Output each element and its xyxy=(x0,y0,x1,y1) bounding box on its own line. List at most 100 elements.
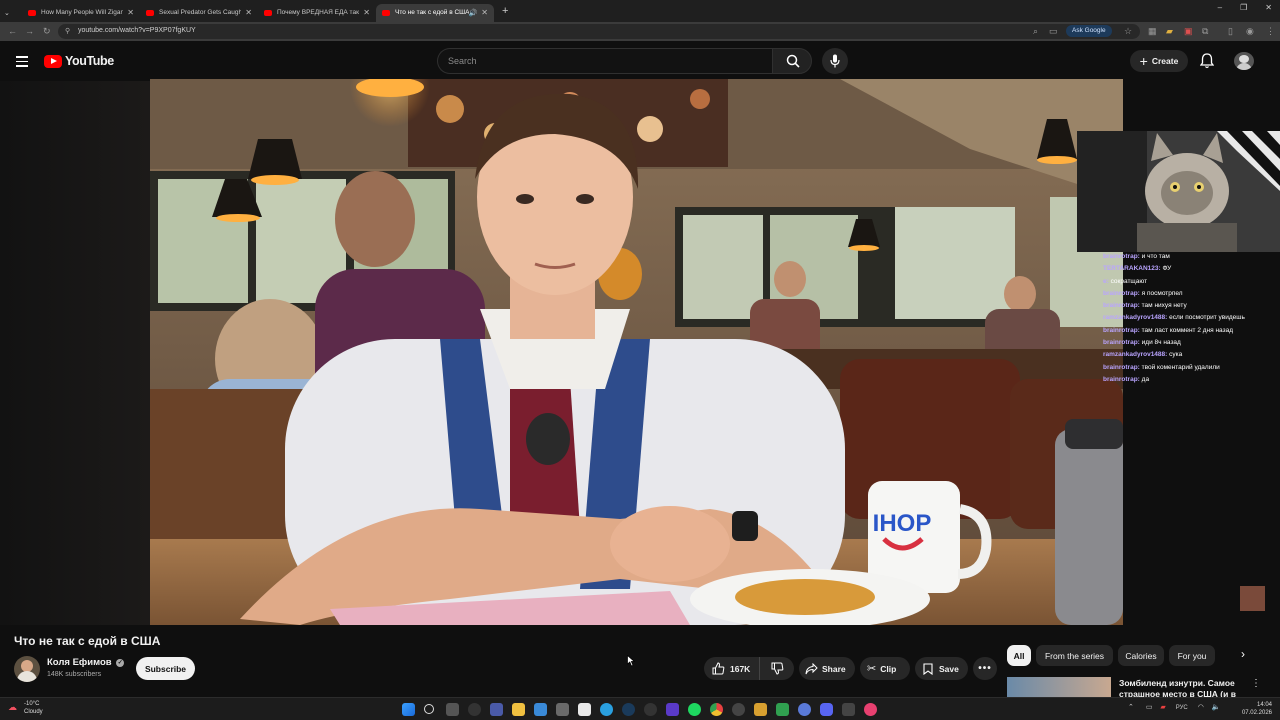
chips-next-button[interactable]: › xyxy=(1234,647,1252,665)
channel-name[interactable]: Коля Ефимов ✓ xyxy=(47,657,125,668)
browser-tab-active[interactable]: Что не так с едой в США 🔊 ✕ xyxy=(376,3,494,22)
volume-icon[interactable]: 🔈 xyxy=(1212,704,1221,711)
mini-player-thumbnail[interactable] xyxy=(1240,586,1265,611)
search-lens-icon[interactable]: ⌕ xyxy=(1033,26,1038,37)
new-tab-button[interactable]: + xyxy=(502,5,508,17)
weather-widget[interactable]: ☁ -10°C Cloudy xyxy=(8,700,68,718)
network-icon[interactable]: ▭ xyxy=(1146,704,1153,711)
app-icon[interactable] xyxy=(798,703,811,716)
app-icon[interactable] xyxy=(490,703,503,716)
chat-text: сука xyxy=(1167,351,1183,359)
tab-list-menu[interactable]: ⌄ xyxy=(0,4,16,22)
more-actions-button[interactable]: ••• xyxy=(973,657,997,680)
bookmark-icon xyxy=(923,662,933,675)
forward-icon[interactable]: → xyxy=(25,26,34,36)
extensions-puzzle-icon[interactable]: ⧉ xyxy=(1202,26,1208,37)
app-icon[interactable] xyxy=(666,703,679,716)
chat-username: brainrotrap: xyxy=(1103,253,1140,260)
speaker-icon[interactable]: 🔊 xyxy=(469,9,478,17)
notifications-bell-icon[interactable] xyxy=(1200,53,1214,69)
close-icon[interactable]: ✕ xyxy=(477,8,488,17)
chrome-icon[interactable] xyxy=(710,703,723,716)
close-icon[interactable]: ✕ xyxy=(123,8,134,17)
tab-title: Sexual Predator Gets Caught in xyxy=(159,9,242,16)
suggested-video-thumbnail[interactable] xyxy=(1007,677,1111,697)
spotify-icon[interactable] xyxy=(688,703,701,716)
search-input[interactable]: Search xyxy=(437,48,773,74)
app-icon[interactable] xyxy=(732,703,745,716)
close-icon[interactable]: ✕ xyxy=(241,8,252,17)
cat-webcam-image xyxy=(1077,131,1280,252)
ask-google-button[interactable]: Ask Google xyxy=(1066,25,1112,37)
suggested-video[interactable]: Зомбиленд изнутри. Самое страшное место … xyxy=(1007,677,1272,697)
hamburger-menu-icon[interactable] xyxy=(16,56,28,67)
app-icon[interactable] xyxy=(754,703,767,716)
close-icon[interactable]: ✕ xyxy=(359,8,370,17)
browser-tab[interactable]: Sexual Predator Gets Caught in ✕ xyxy=(140,4,258,22)
reload-icon[interactable]: ↻ xyxy=(43,26,51,37)
like-button[interactable]: 167K xyxy=(704,657,760,680)
app-icon[interactable] xyxy=(842,703,855,716)
youtube-favicon-icon xyxy=(264,9,272,16)
extension-icon[interactable]: ▣ xyxy=(1184,26,1193,37)
save-button[interactable]: Save xyxy=(915,657,968,680)
extension-icon[interactable]: ▦ xyxy=(1148,26,1157,37)
start-windows-icon[interactable] xyxy=(402,703,415,716)
back-icon[interactable]: ← xyxy=(8,26,17,36)
cast-icon[interactable]: ▭ xyxy=(1049,26,1058,37)
calendar-icon[interactable] xyxy=(578,703,591,716)
bookmark-star-icon[interactable]: ☆ xyxy=(1124,26,1132,37)
chevron-right-icon: › xyxy=(1241,647,1245,661)
chat-text: ФУ xyxy=(1160,265,1172,273)
like-dislike-group: 167K xyxy=(704,657,794,680)
clip-button[interactable]: ✂ Clip xyxy=(860,657,910,680)
profile-avatar-icon[interactable]: ◉ xyxy=(1246,26,1254,37)
address-bar[interactable]: ⚲ youtube.com/watch?v=P9XP07fgKUY xyxy=(58,24,1140,39)
maximize-icon[interactable]: ❐ xyxy=(1240,3,1247,12)
telegram-icon[interactable] xyxy=(600,703,613,716)
share-button[interactable]: Share xyxy=(799,657,855,680)
app-icon[interactable] xyxy=(556,703,569,716)
app-tray-icon[interactable]: ▰ xyxy=(1160,704,1165,711)
browser-tab[interactable]: How Many People Will Zigan! 5 ✕ xyxy=(22,4,140,22)
taskbar-clock[interactable]: 14:04 07.02.2026 xyxy=(1236,701,1272,717)
dislike-button[interactable] xyxy=(760,657,794,680)
search-button[interactable] xyxy=(772,48,812,74)
chip-all[interactable]: All xyxy=(1007,645,1031,666)
app-icon[interactable] xyxy=(468,703,481,716)
channel-avatar[interactable] xyxy=(14,656,40,682)
itunes-icon[interactable] xyxy=(864,703,877,716)
app-icon[interactable] xyxy=(776,703,789,716)
file-explorer-icon[interactable] xyxy=(512,703,525,716)
side-panel-icon[interactable]: ▯ xyxy=(1228,26,1233,37)
verified-badge-icon: ✓ xyxy=(116,659,125,667)
browser-menu-icon[interactable]: ⋮ xyxy=(1266,26,1275,37)
youtube-logo[interactable]: YouTube xyxy=(44,54,114,68)
weather-temp: -10°C xyxy=(24,701,40,707)
task-view-icon[interactable] xyxy=(446,703,459,716)
browser-tab[interactable]: Почему ВРЕДНАЯ ЕДА такая В ✕ xyxy=(258,4,376,22)
extension-icon[interactable]: ▰ xyxy=(1166,26,1173,37)
voice-search-button[interactable] xyxy=(822,48,848,74)
chip-for-you[interactable]: For you xyxy=(1169,645,1215,666)
tray-overflow-icon[interactable]: ⌃ xyxy=(1128,704,1134,711)
search-taskbar-icon[interactable] xyxy=(424,704,434,714)
suggested-video-title: Зомбиленд изнутри. Самое страшное место … xyxy=(1119,678,1236,697)
account-avatar[interactable] xyxy=(1234,52,1254,70)
wifi-icon[interactable]: ◠ xyxy=(1198,704,1204,711)
app-icon[interactable] xyxy=(534,703,547,716)
chip-calories[interactable]: Calories xyxy=(1118,645,1164,666)
subscribe-button[interactable]: Subscribe xyxy=(136,657,195,680)
site-info-icon[interactable]: ⚲ xyxy=(65,27,70,35)
close-window-icon[interactable]: ✕ xyxy=(1265,3,1272,12)
minimize-icon[interactable]: – xyxy=(1218,3,1222,12)
mug-logo-text: IHOP xyxy=(873,510,932,537)
video-player[interactable]: IHOP xyxy=(150,79,1123,625)
create-button[interactable]: + Create xyxy=(1130,50,1188,72)
chatgpt-icon[interactable] xyxy=(644,703,657,716)
discord-icon[interactable] xyxy=(820,703,833,716)
chip-from-the-series[interactable]: From the series xyxy=(1036,645,1113,666)
language-indicator[interactable]: РУС xyxy=(1176,705,1188,711)
steam-icon[interactable] xyxy=(622,703,635,716)
more-vertical-icon[interactable]: ⋮ xyxy=(1251,678,1261,689)
